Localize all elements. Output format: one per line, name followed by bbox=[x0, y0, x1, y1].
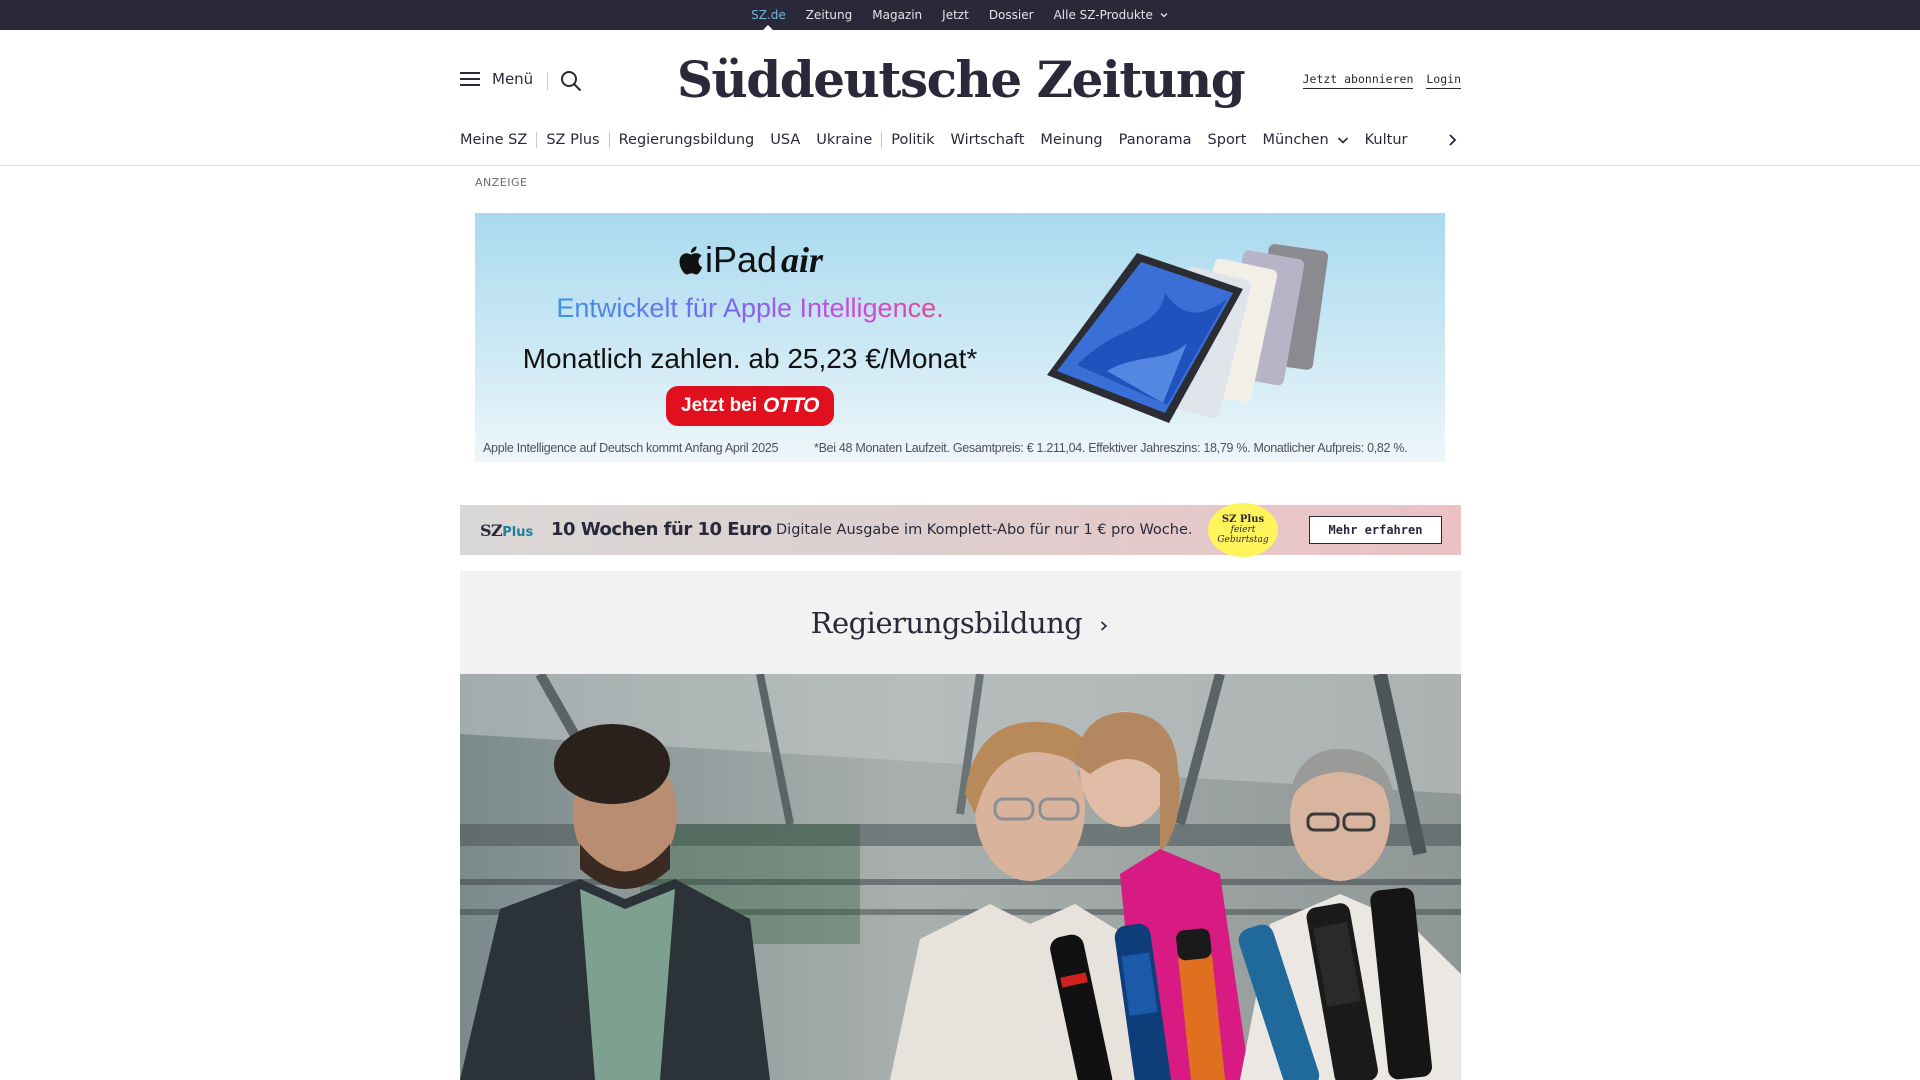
chevron-right-icon bbox=[1101, 620, 1108, 631]
nav-item-wirtschaft[interactable]: Wirtschaft bbox=[951, 132, 1025, 148]
nav-item-meine-sz[interactable]: Meine SZ bbox=[460, 132, 527, 148]
nav-divider bbox=[608, 132, 610, 148]
account-links: Jetzt abonnieren Login bbox=[1302, 72, 1461, 89]
service-link-magazin[interactable]: Magazin bbox=[872, 0, 922, 30]
service-link-label: Jetzt bbox=[942, 8, 969, 22]
service-link-label: Dossier bbox=[988, 8, 1034, 22]
nav-divider bbox=[881, 132, 883, 148]
nav-item-usa[interactable]: USA bbox=[770, 132, 800, 148]
apple-logo-icon bbox=[679, 246, 703, 275]
subscribe-link[interactable]: Jetzt abonnieren bbox=[1302, 72, 1414, 89]
ad-cta-button[interactable]: Jetzt bei OTTO bbox=[666, 386, 834, 426]
press-photo bbox=[460, 674, 1461, 1080]
nav-item-meinung[interactable]: Meinung bbox=[1040, 132, 1102, 148]
ad-footnote-right: *Bei 48 Monaten Laufzeit. Gesamtpreis: €… bbox=[814, 441, 1408, 455]
nav-item-regierungsbildung[interactable]: Regierungsbildung bbox=[619, 132, 755, 148]
service-link-all-products[interactable]: Alle SZ-Produkte bbox=[1054, 0, 1169, 30]
nav-item-politik[interactable]: Politik bbox=[891, 132, 934, 148]
service-link-sz-de[interactable]: SZ.de bbox=[751, 0, 786, 31]
ad-brand: iPad bbox=[704, 239, 778, 280]
ipad-air-ad[interactable]: iPad air Entwickelt für Apple Intelligenc… bbox=[475, 213, 1445, 462]
login-link[interactable]: Login bbox=[1426, 72, 1461, 89]
birthday-badge: SZ Plus feiert Geburtstag bbox=[1208, 503, 1278, 557]
nav-item-kultur[interactable]: Kultur bbox=[1365, 132, 1408, 148]
ad-price: Monatlich zahlen. ab 25,23 €/Monat* bbox=[522, 343, 978, 374]
masthead: Menü Süddeutsche Zeitung Jetzt abonniere… bbox=[460, 30, 1461, 140]
service-link-jetzt[interactable]: Jetzt bbox=[942, 0, 969, 30]
nav-item-label: München bbox=[1262, 132, 1329, 148]
ad-model: air bbox=[781, 240, 824, 280]
otto-logo: OTTO bbox=[763, 394, 819, 417]
ad-product-logo: iPad air bbox=[475, 239, 1025, 281]
topic-title: Regierungsbildung bbox=[810, 605, 1083, 640]
service-link-label: Alle SZ-Produkte bbox=[1053, 8, 1153, 22]
promo-headline: 10 Wochen für 10 Euro bbox=[551, 519, 772, 540]
service-link-label: Zeitung bbox=[805, 8, 853, 22]
nav-item-panorama[interactable]: Panorama bbox=[1119, 132, 1192, 148]
learn-more-button[interactable]: Mehr erfahren bbox=[1309, 516, 1442, 544]
ad-headline: Entwickelt für Apple Intelligence. bbox=[475, 293, 1025, 324]
szplus-logo-sz: SZ bbox=[480, 521, 503, 540]
promo-text: Digitale Ausgabe im Komplett-Abo für nur… bbox=[776, 522, 1193, 538]
topic-header[interactable]: Regierungsbildung bbox=[460, 571, 1461, 674]
hero-image[interactable] bbox=[460, 674, 1461, 1080]
ad-label: ANZEIGE bbox=[475, 176, 528, 189]
main-nav: Meine SZ SZ Plus Regierungsbildung USA U… bbox=[460, 126, 1461, 154]
nav-item-sport[interactable]: Sport bbox=[1208, 132, 1247, 148]
nav-item-ukraine[interactable]: Ukraine bbox=[816, 132, 872, 148]
badge-line: SZ Plus bbox=[1221, 514, 1265, 525]
service-links: SZ.de Zeitung Magazin Jetzt Dossier Alle… bbox=[0, 0, 1920, 31]
ad-cta-label: Jetzt bei bbox=[681, 395, 758, 416]
szplus-promo-bar[interactable]: SZPlus 10 Wochen für 10 Euro Digitale Au… bbox=[460, 503, 1461, 557]
badge-line: feiert bbox=[1230, 525, 1256, 535]
badge-line: Geburtstag bbox=[1217, 535, 1269, 545]
chevron-down-icon bbox=[1337, 137, 1348, 144]
chevron-down-icon bbox=[1160, 13, 1168, 18]
ipad-product-image bbox=[1047, 244, 1329, 423]
nav-item-sz-plus[interactable]: SZ Plus bbox=[546, 132, 599, 148]
nav-divider bbox=[536, 132, 538, 148]
service-link-label: SZ.de bbox=[751, 8, 786, 22]
szplus-logo: SZPlus bbox=[480, 521, 533, 540]
chevron-right-icon[interactable] bbox=[1443, 130, 1461, 150]
service-link-zeitung[interactable]: Zeitung bbox=[806, 0, 852, 30]
service-link-dossier[interactable]: Dossier bbox=[989, 0, 1034, 30]
service-link-label: Magazin bbox=[872, 8, 923, 22]
szplus-logo-plus: Plus bbox=[502, 525, 534, 540]
nav-border bbox=[0, 165, 1920, 166]
service-bar: SZ.de Zeitung Magazin Jetzt Dossier Alle… bbox=[0, 0, 1920, 31]
nav-item-muenchen[interactable]: München bbox=[1262, 132, 1348, 148]
ad-footnote-left: Apple Intelligence auf Deutsch kommt Anf… bbox=[483, 441, 779, 455]
